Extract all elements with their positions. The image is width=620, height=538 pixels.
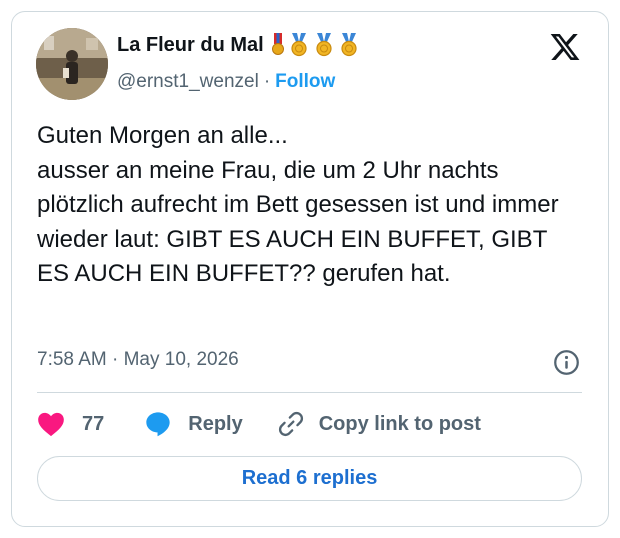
- separator: ·: [263, 71, 271, 92]
- reply-bubble-icon: [146, 412, 170, 437]
- copy-link-label: Copy link to post: [318, 412, 481, 435]
- reply-label: Reply: [188, 412, 243, 435]
- medal-gold-icon: [291, 33, 307, 57]
- author-name[interactable]: La Fleur du Mal: [117, 34, 264, 57]
- author-row: La Fleur du Mal: [117, 33, 360, 57]
- follow-button[interactable]: Follow: [275, 71, 335, 92]
- timestamp[interactable]: 7:58 AM · May 10, 2026: [37, 349, 239, 371]
- x-logo-icon[interactable]: [548, 31, 582, 63]
- like-button[interactable]: 77: [37, 411, 104, 437]
- info-icon[interactable]: [553, 349, 580, 376]
- medal-gold-icon: [341, 33, 357, 57]
- author-handle[interactable]: @ernst1_wenzel: [117, 71, 259, 92]
- handle-row: @ernst1_wenzel · Follow: [117, 71, 335, 93]
- tweet-text: Guten Morgen an alle... ausser an meine …: [37, 122, 559, 287]
- read-replies-button[interactable]: Read 6 replies: [37, 456, 582, 501]
- copy-link-button[interactable]: Copy link to post: [277, 410, 481, 438]
- action-bar: 77 Reply Copy link to post: [37, 408, 481, 440]
- heart-icon: [38, 412, 64, 437]
- medal-ribbon-icon: [271, 33, 284, 55]
- like-count: 77: [82, 412, 105, 435]
- reply-button[interactable]: Reply: [144, 410, 243, 438]
- avatar[interactable]: [36, 28, 108, 100]
- badges: [271, 33, 360, 57]
- medal-gold-icon: [316, 33, 332, 57]
- link-icon: [278, 411, 303, 437]
- divider: [37, 392, 582, 393]
